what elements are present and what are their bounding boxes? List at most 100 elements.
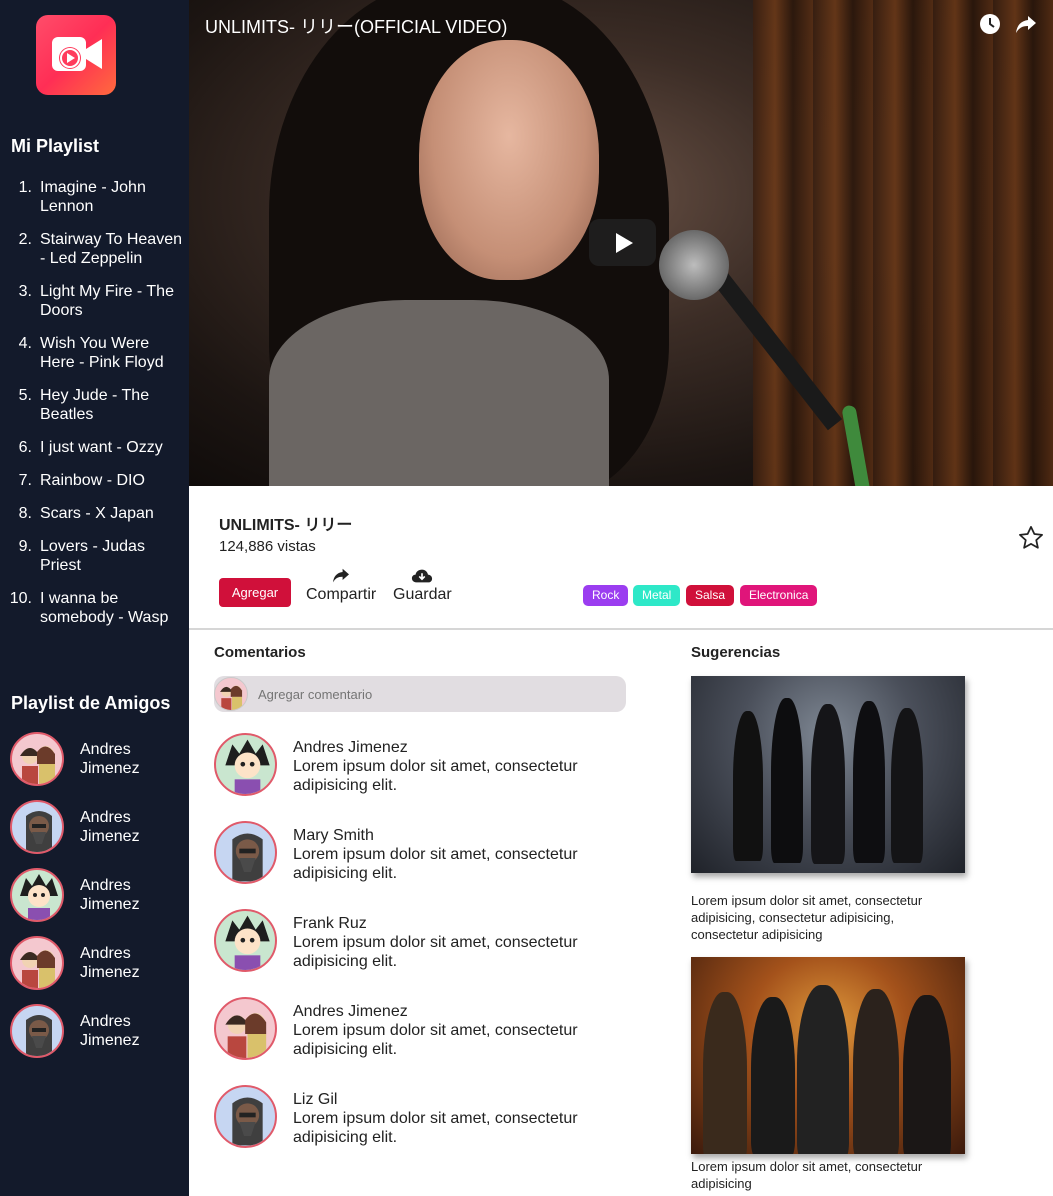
friend-avatar [10,1004,64,1058]
friend-name: Andres Jimenez [80,809,140,845]
section-divider [189,628,1053,630]
playlist-item-number: 3. [18,283,32,300]
playlist-item-label: Imagine - John Lennon [40,179,146,215]
playlist-item[interactable]: 8. Scars - X Japan [8,504,184,523]
tag-salsa[interactable]: Salsa [686,585,735,606]
suggestion-text: Lorem ipsum dolor sit amet, consectetur … [691,1159,923,1191]
playlist-item-number: 6. [18,439,32,456]
suggestion-text: Lorem ipsum dolor sit amet, consectetur … [691,893,923,942]
user-avatar [214,677,248,711]
playlist-item[interactable]: 1. Imagine - John Lennon [8,178,184,216]
comment-item: Andres Jimenez Lorem ipsum dolor sit ame… [214,997,654,1085]
comment-text: Lorem ipsum dolor sit amet, consectetur … [293,846,578,882]
comment-author: Frank Ruz [293,915,367,932]
tag-metal[interactable]: Metal [633,585,681,606]
comment-body: Mary Smith Lorem ipsum dolor sit amet, c… [293,826,603,909]
playlist-item-number: 4. [18,335,32,352]
playlist-item-label: Wish You Were Here - Pink Floyd [40,335,164,371]
comments-list: Andres Jimenez Lorem ipsum dolor sit ame… [214,733,654,1173]
save-label: Guardar [393,586,452,603]
suggestion-thumbnail[interactable] [691,957,965,1154]
video-player[interactable]: UNLIMITS- リリー(OFFICIAL VIDEO) [189,0,1053,486]
share-icon[interactable] [1015,13,1037,35]
comment-text: Lorem ipsum dolor sit amet, consectetur … [293,758,578,794]
playlist-item[interactable]: 4. Wish You Were Here - Pink Floyd [8,334,184,372]
share-arrow-icon [333,568,350,583]
video-frame-jacket [269,300,609,486]
playlist-item-label: Rainbow - DIO [40,472,145,489]
view-count: 124,886 vistas [219,538,316,555]
playlist-item-number: 10. [9,590,32,607]
playlist-item[interactable]: 10. I wanna be somebody - Wasp [8,589,184,627]
playlist-item-number: 8. [18,505,32,522]
comment-avatar[interactable] [214,1085,277,1148]
share-action[interactable]: Compartir [306,568,376,604]
play-button[interactable] [589,219,656,266]
star-icon[interactable] [1017,524,1045,552]
playlist: 1. Imagine - John Lennon 2. Stairway To He… [8,178,184,641]
comment-text: Lorem ipsum dolor sit amet, consectetur … [293,1022,578,1058]
friend-item[interactable]: Andres Jimenez [10,935,186,991]
friend-item[interactable]: Andres Jimenez [10,731,186,787]
friend-item[interactable]: Andres Jimenez [10,1003,186,1059]
friend-name: Andres Jimenez [80,1013,140,1049]
comment-input[interactable] [258,682,618,706]
friend-avatar [10,936,64,990]
playlist-item[interactable]: 2. Stairway To Heaven - Led Zeppelin [8,230,184,268]
playlist-item-label: Lovers - Judas Priest [40,538,145,574]
playlist-item-label: Stairway To Heaven - Led Zeppelin [40,231,182,267]
video-frame-microphone [659,230,729,300]
playlist-item-label: I just want - Ozzy [40,439,163,456]
comment-item: Frank Ruz Lorem ipsum dolor sit amet, co… [214,909,654,997]
watch-later-icon[interactable] [979,13,1001,35]
friend-item[interactable]: Andres Jimenez [10,799,186,855]
playlist-item-number: 1. [18,179,32,196]
comment-avatar[interactable] [214,733,277,796]
comment-avatar[interactable] [214,821,277,884]
playlist-item[interactable]: 5. Hey Jude - The Beatles [8,386,184,424]
suggestions-heading: Sugerencias [691,644,781,661]
save-action[interactable]: Guardar [393,568,452,604]
comment-author: Mary Smith [293,827,374,844]
playlist-item[interactable]: 3. Light My Fire - The Doors [8,282,184,320]
playlist-item-number: 9. [18,538,32,555]
playlist-item[interactable]: 6. I just want - Ozzy [8,438,184,457]
comment-item: Andres Jimenez Lorem ipsum dolor sit ame… [214,733,654,821]
playlist-item-number: 7. [18,472,32,489]
tag-rock[interactable]: Rock [583,585,629,606]
comment-body: Andres Jimenez Lorem ipsum dolor sit ame… [293,738,603,821]
comments-heading: Comentarios [214,644,306,661]
comment-body: Frank Ruz Lorem ipsum dolor sit amet, co… [293,914,603,997]
playlist-title: Mi Playlist [11,136,100,156]
comment-item: Liz Gil Lorem ipsum dolor sit amet, cons… [214,1085,654,1173]
friend-avatar [10,800,64,854]
playlist-item-label: Light My Fire - The Doors [40,283,174,319]
comment-body: Liz Gil Lorem ipsum dolor sit amet, cons… [293,1090,603,1173]
friend-name: Andres Jimenez [80,877,140,913]
cloud-download-icon [412,569,433,583]
friend-item[interactable]: Andres Jimenez [10,867,186,923]
playlist-item-label: Hey Jude - The Beatles [40,387,150,423]
suggestion-thumbnail[interactable] [691,676,965,873]
playlist-item[interactable]: 9. Lovers - Judas Priest [8,537,184,575]
playlist-item-number: 5. [18,387,32,404]
playlist-item[interactable]: 7. Rainbow - DIO [8,471,184,490]
comment-box [214,676,626,712]
video-info-title: UNLIMITS- リリー [219,517,353,534]
playlist-item-label: I wanna be somebody - Wasp [40,590,169,626]
comment-avatar[interactable] [214,997,277,1060]
sidebar: Mi Playlist 1. Imagine - John Lennon 2. St… [0,0,189,1196]
app-logo[interactable] [36,15,116,95]
comment-author: Andres Jimenez [293,1003,408,1020]
comment-text: Lorem ipsum dolor sit amet, consectetur … [293,1110,578,1146]
comment-item: Mary Smith Lorem ipsum dolor sit amet, c… [214,821,654,909]
comment-author: Andres Jimenez [293,739,408,756]
comment-avatar[interactable] [214,909,277,972]
playlist-item-label: Scars - X Japan [40,505,154,522]
tag-electronica[interactable]: Electronica [740,585,818,606]
video-title[interactable]: UNLIMITS- リリー(OFFICIAL VIDEO) [205,13,507,39]
video-frame-background [753,0,1053,486]
share-label: Compartir [306,586,377,603]
add-button[interactable]: Agregar [219,578,291,607]
friend-avatar [10,868,64,922]
